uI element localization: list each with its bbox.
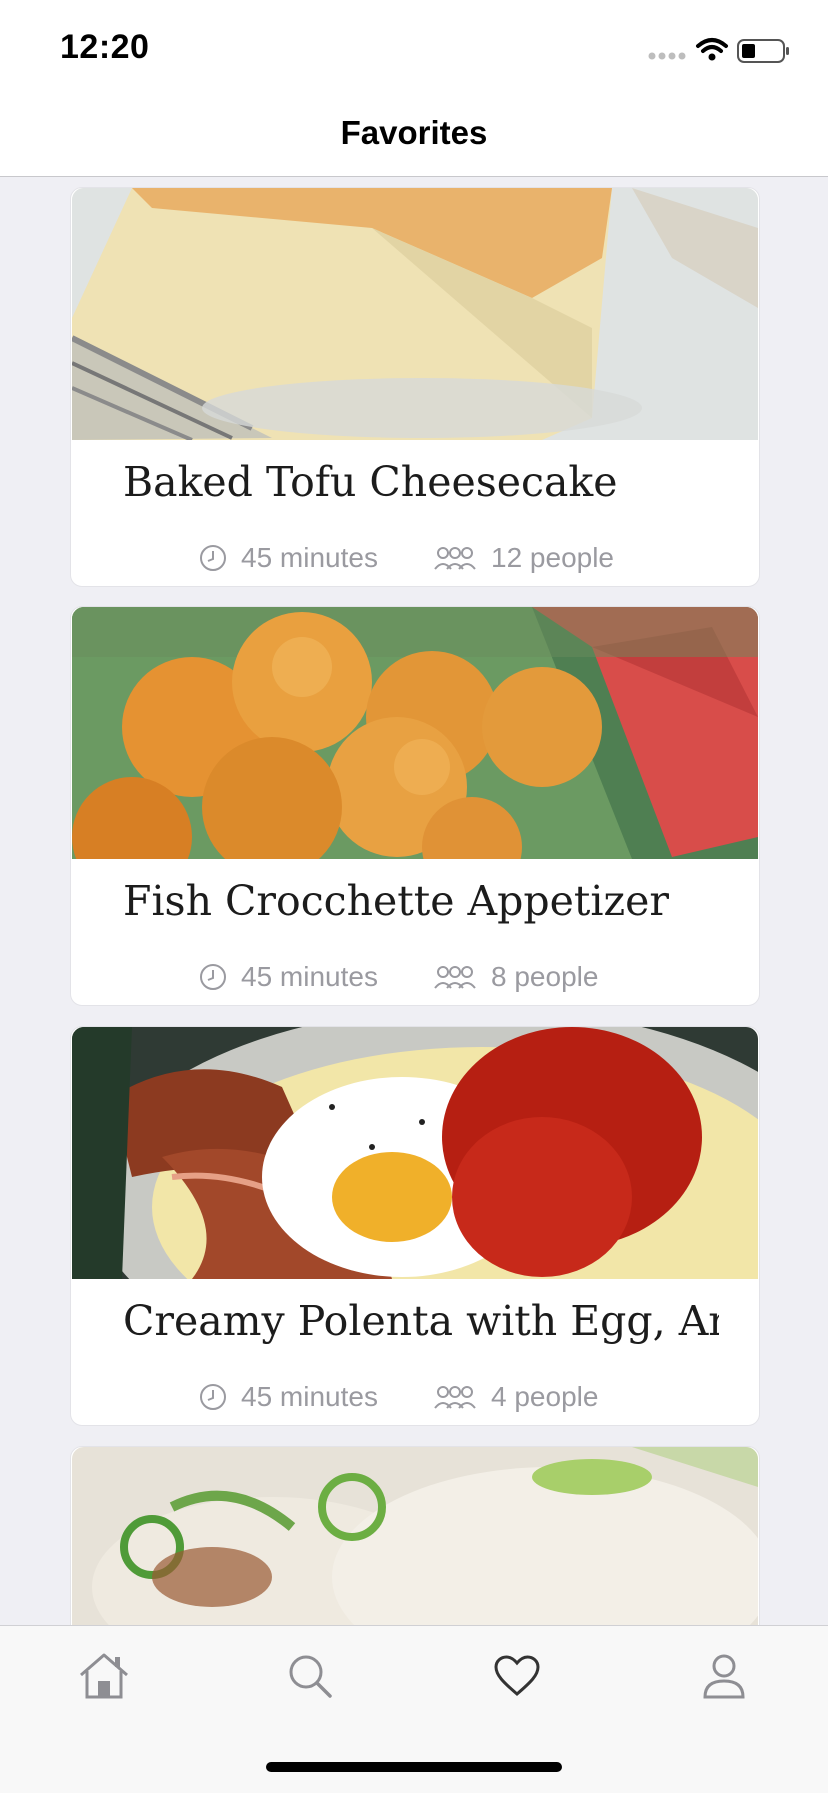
recipe-servings-label: 4 people xyxy=(491,1381,599,1412)
recipe-servings: 12 people xyxy=(433,540,614,576)
status-bar: 12:20 xyxy=(0,0,828,100)
recipe-card[interactable] xyxy=(70,1446,760,1625)
recipe-servings: 8 people xyxy=(433,959,598,995)
page-title: Favorites xyxy=(340,114,488,151)
recipe-card[interactable]: Baked Tofu Cheesecake 45 minutes 12 peop… xyxy=(70,187,760,587)
recipe-servings-label: 8 people xyxy=(491,961,599,992)
recipe-time-label: 45 minutes xyxy=(241,961,378,992)
people-icon xyxy=(434,547,476,570)
search-icon xyxy=(289,1655,332,1698)
navigation-bar: Favorites xyxy=(0,100,828,177)
status-icons xyxy=(646,34,796,64)
recipe-image xyxy=(72,1027,758,1279)
recipe-time: 45 minutes xyxy=(199,959,378,995)
tab-profile[interactable] xyxy=(694,1646,754,1706)
clock-icon xyxy=(200,964,226,990)
clock-icon xyxy=(200,545,226,571)
recipe-title: Baked Tofu Cheesecake xyxy=(123,458,618,506)
status-time: 12:20 xyxy=(60,28,150,66)
recipe-time-label: 45 minutes xyxy=(241,542,378,573)
recipe-time-label: 45 minutes xyxy=(241,1381,378,1412)
recipe-time: 45 minutes xyxy=(199,540,378,576)
recipe-image xyxy=(72,607,758,859)
recipe-servings: 4 people xyxy=(433,1379,598,1415)
recipe-card[interactable]: Fish Crocchette Appetizer 45 minutes 8 p… xyxy=(70,606,760,1006)
recipe-title: Creamy Polenta with Egg, Arra... xyxy=(123,1297,719,1345)
recipe-list[interactable]: Baked Tofu Cheesecake 45 minutes 12 peop… xyxy=(0,177,828,1625)
profile-icon xyxy=(703,1654,745,1699)
tab-search[interactable] xyxy=(280,1646,340,1706)
heart-icon xyxy=(494,1655,540,1696)
home-icon xyxy=(80,1653,128,1699)
people-icon xyxy=(434,966,476,989)
signal-wifi-battery-icon xyxy=(648,38,789,63)
people-icon xyxy=(434,1386,476,1409)
recipe-image xyxy=(72,1447,758,1625)
recipe-image xyxy=(72,188,758,440)
recipe-servings-label: 12 people xyxy=(491,542,615,573)
tab-home[interactable] xyxy=(74,1646,134,1706)
home-indicator[interactable] xyxy=(266,1762,562,1772)
recipe-title: Fish Crocchette Appetizer xyxy=(123,877,669,925)
tab-favorites[interactable] xyxy=(487,1646,547,1706)
recipe-card[interactable]: Creamy Polenta with Egg, Arra... 45 minu… xyxy=(70,1026,760,1426)
clock-icon xyxy=(200,1384,226,1410)
recipe-time: 45 minutes xyxy=(199,1379,378,1415)
